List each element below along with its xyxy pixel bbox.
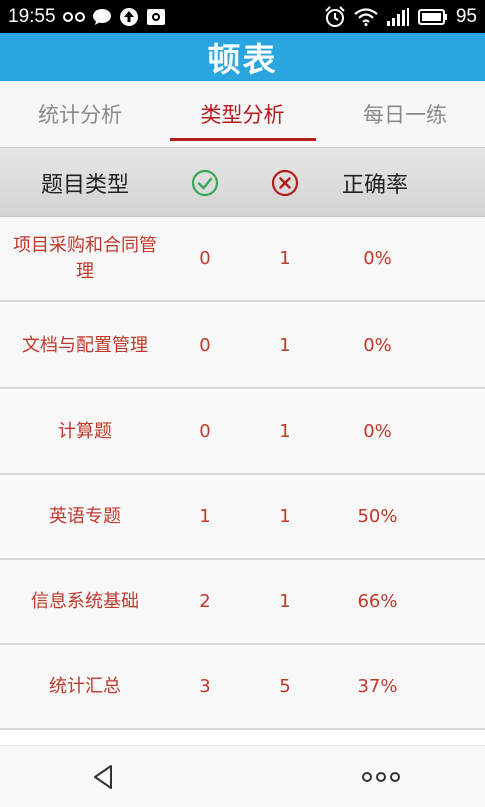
row-type-name: 统计汇总 [49,675,121,697]
tab-statistics[interactable]: 统计分析 [0,81,160,147]
status-time: 19:55 [8,5,56,27]
infinity-icon [62,10,85,24]
wifi-icon [354,7,378,26]
page-title: 顿表 [207,40,278,79]
row-correct-count: 0 [199,420,211,442]
row-correct-count: 1 [199,505,211,527]
table-row[interactable]: 计算题 0 1 0% [0,390,485,475]
row-accuracy: 0% [363,247,392,269]
upload-icon [119,7,139,27]
header-question-type: 题目类型 [40,173,129,198]
row-accuracy: 50% [357,505,398,527]
system-nav-bar [0,745,485,807]
table-row[interactable]: 英语专题 1 1 50% [0,475,485,560]
more-options-icon[interactable] [356,760,406,794]
header-accuracy: 正确率 [341,173,408,198]
row-correct-count: 0 [199,247,211,269]
signal-icon [386,7,410,26]
table-row[interactable]: 统计汇总 3 5 37% [0,645,485,730]
table-row[interactable]: 项目采购和合同管理 0 1 0% [0,217,485,302]
row-correct-count: 2 [199,590,211,612]
status-bar: 19:55 95 [0,0,485,33]
title-bar: 顿表 [0,33,485,81]
table-row[interactable]: 文档与配置管理 0 1 0% [0,304,485,389]
row-accuracy: 66% [357,590,398,612]
row-correct-count: 0 [199,334,211,356]
row-type-name: 计算题 [58,420,112,442]
table-row[interactable]: 信息系统基础 2 1 66% [0,560,485,645]
table-header: 题目类型 正确率 [0,147,485,217]
photo-icon [146,8,166,26]
row-wrong-count: 1 [279,590,291,612]
battery-icon [417,8,448,25]
chat-bubble-icon [92,8,112,26]
check-circle-icon [180,148,230,218]
row-wrong-count: 1 [279,247,291,269]
x-circle-icon [260,148,310,218]
tab-daily-practice[interactable]: 每日一练 [325,81,485,147]
row-wrong-count: 1 [279,334,291,356]
active-tab-indicator [170,138,316,141]
back-arrow-icon[interactable] [82,760,126,794]
row-accuracy: 37% [357,675,398,697]
row-correct-count: 3 [199,675,211,697]
row-type-name: 英语专题 [49,505,121,527]
row-wrong-count: 1 [279,420,291,442]
row-wrong-count: 1 [279,505,291,527]
row-type-name: 项目采购和合同管理 [13,234,157,282]
row-accuracy: 0% [363,420,392,442]
row-type-name: 信息系统基础 [31,590,139,612]
row-accuracy: 0% [363,334,392,356]
battery-level: 95 [455,5,477,27]
row-wrong-count: 5 [279,675,291,697]
alarm-icon [324,5,346,28]
row-type-name: 文档与配置管理 [22,334,148,356]
